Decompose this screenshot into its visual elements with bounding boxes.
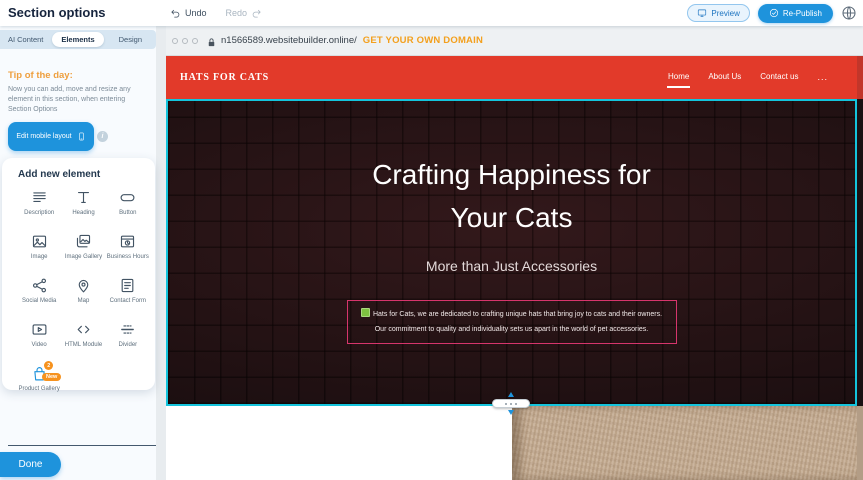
toolbar-right-group: Preview Re-Publish [687,0,857,26]
element-image[interactable]: Image [18,233,60,267]
window-dot-icon [182,38,188,44]
check-circle-icon [769,8,779,18]
edit-mobile-label: Edit mobile layout [16,133,71,140]
monitor-icon [697,8,707,18]
sidebar-tabs: AI Content Elements Design [0,30,156,49]
lock-icon [206,35,217,46]
site-preview-canvas: n1566589.websitebuilder.online/ GET YOUR… [166,26,863,480]
element-map[interactable]: Map [62,277,104,311]
undo-icon [170,8,181,19]
site-nav: Home About Us Contact us ... [667,67,829,89]
new-badge: New [42,373,61,381]
image-gallery-icon [75,233,92,250]
image-icon [31,233,48,250]
nav-home[interactable]: Home [667,67,690,88]
element-image-gallery[interactable]: Image Gallery [62,233,104,267]
element-grid: Description Heading Button [18,189,149,399]
undo-button[interactable]: Undo [170,8,207,19]
window-dot-icon [192,38,198,44]
language-globe-button[interactable] [841,5,857,21]
site-url: n1566589.websitebuilder.online/ [221,35,357,46]
site-logo[interactable]: HATS FOR CATS [180,72,269,83]
element-heading[interactable]: Heading [62,189,104,223]
top-toolbar: Section options Undo Redo Preview [0,0,863,26]
next-section[interactable] [166,406,857,480]
tip-of-the-day: Tip of the day: Now you can add, move an… [8,70,150,115]
element-product-gallery[interactable]: 2 New Product Gallery [18,365,60,399]
done-button[interactable]: Done [0,452,61,477]
image-placeholder-icon[interactable] [361,308,370,317]
tab-ai-content[interactable]: AI Content [0,30,51,49]
get-domain-link[interactable]: GET YOUR OWN DOMAIN [363,35,483,46]
element-business-hours[interactable]: Business Hours [107,233,149,267]
info-icon[interactable]: i [97,131,108,142]
website-builder-app: Section options Undo Redo Preview [0,0,863,480]
hero-text-box[interactable]: Hats for Cats, we are dedicated to craft… [347,300,677,344]
hero-body-text: Hats for Cats, we are dedicated to craft… [373,311,662,333]
tip-body: Now you can add, move and resize any ele… [8,85,150,115]
sidebar-divider [8,445,156,446]
add-element-panel: Add new element Description Heading [2,158,155,390]
undo-redo-group: Undo Redo [170,0,262,26]
page-title: Section options [8,5,106,20]
contact-form-icon [119,277,136,294]
undo-label: Undo [185,8,207,18]
divider-icon [119,321,136,338]
site-header[interactable]: HATS FOR CATS Home About Us Contact us .… [166,56,857,99]
element-html-module[interactable]: HTML Module [62,321,104,355]
element-contact-form[interactable]: Contact Form [107,277,149,311]
republish-label: Re-Publish [783,9,822,18]
map-pin-icon [75,277,92,294]
window-control-dots [172,38,198,44]
window-dot-icon [172,38,178,44]
element-description[interactable]: Description [18,189,60,223]
button-icon [119,189,136,206]
tab-design[interactable]: Design [105,30,156,49]
hero-subheading[interactable]: More than Just Accessories [426,258,597,274]
social-media-icon [31,277,48,294]
carpet-cat-image[interactable] [512,406,857,480]
preview-label: Preview [711,9,739,18]
browser-chrome-bar: n1566589.websitebuilder.online/ GET YOUR… [166,26,863,56]
redo-icon [251,8,262,19]
mobile-phone-icon [77,130,86,143]
tip-title: Tip of the day: [8,70,150,81]
republish-button[interactable]: Re-Publish [758,4,833,23]
element-video[interactable]: Video [18,321,60,355]
arrow-down-icon [508,410,514,415]
hero-heading[interactable]: Crafting Happiness for Your Cats [352,153,672,240]
nav-contact-us[interactable]: Contact us [759,67,799,88]
video-icon [31,321,48,338]
redo-label: Redo [226,8,248,18]
preview-button[interactable]: Preview [687,4,749,22]
globe-icon [841,5,857,21]
drag-handle-pill [492,399,530,408]
code-icon [75,321,92,338]
arrow-up-icon [508,392,514,397]
page-scrollbar[interactable] [857,56,863,480]
tab-elements[interactable]: Elements [52,32,103,47]
hero-section-selected[interactable]: Crafting Happiness for Your Cats More th… [166,99,857,406]
add-element-title: Add new element [18,169,149,180]
element-divider[interactable]: Divider [107,321,149,355]
product-gallery-count-badge: 2 [44,361,53,370]
nav-about-us[interactable]: About Us [707,67,742,88]
element-button[interactable]: Button [107,189,149,223]
section-resize-handle[interactable] [491,392,531,415]
edit-mobile-layout-button[interactable]: Edit mobile layout [8,122,94,151]
description-icon [31,189,48,206]
sidebar: AI Content Elements Design Tip of the da… [0,26,156,480]
redo-button[interactable]: Redo [226,8,263,19]
nav-more-menu[interactable]: ... [816,67,829,89]
element-social-media[interactable]: Social Media [18,277,60,311]
business-hours-icon [119,233,136,250]
heading-icon [75,189,92,206]
